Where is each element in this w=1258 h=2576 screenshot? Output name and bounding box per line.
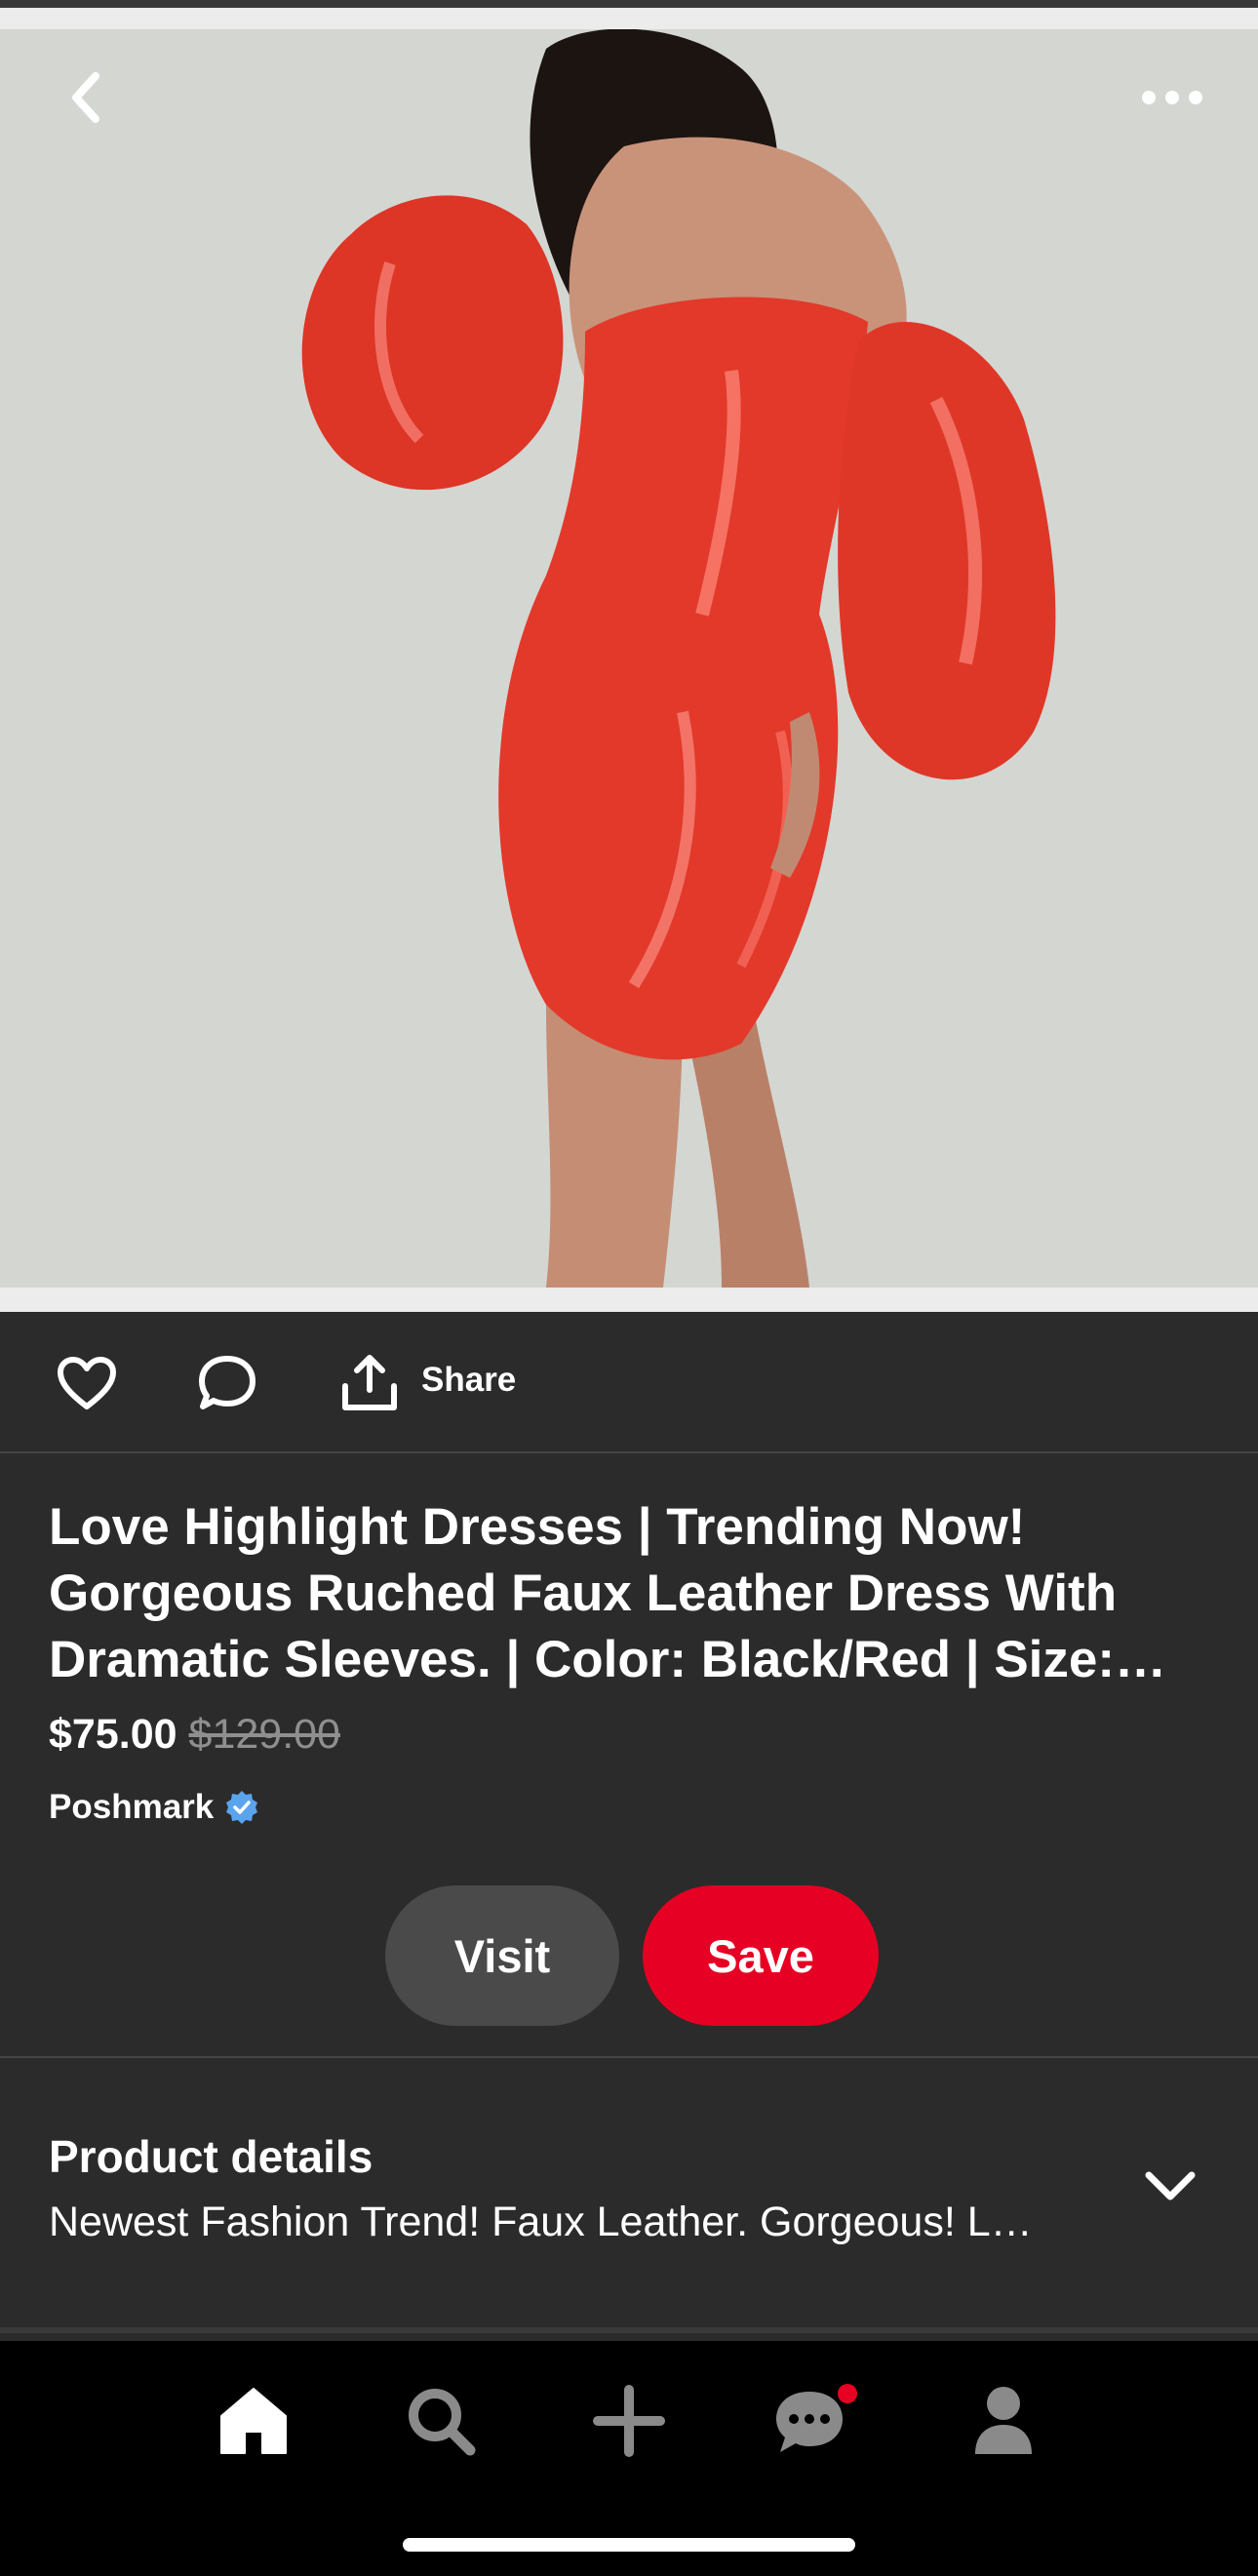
divider: [0, 2327, 1258, 2333]
share-icon: [342, 1355, 397, 1410]
notification-dot: [838, 2384, 857, 2403]
merchant-name: Poshmark: [49, 1788, 215, 1826]
search-icon: [409, 2389, 476, 2456]
sale-price: $75.00: [49, 1711, 177, 1758]
visit-button[interactable]: Visit: [385, 1885, 619, 2026]
status-bar-strip: [0, 0, 1258, 8]
product-title: Love Highlight Dresses | Trending Now! G…: [49, 1494, 1219, 1693]
nav-search[interactable]: [397, 2377, 485, 2465]
plus-icon: [593, 2385, 665, 2457]
merchant-link[interactable]: Poshmark: [49, 1788, 260, 1827]
profile-icon: [975, 2387, 1032, 2454]
home-indicator: [403, 2538, 855, 2552]
share-label[interactable]: Share: [421, 1361, 516, 1400]
more-options-button[interactable]: [1135, 60, 1209, 135]
like-button[interactable]: [53, 1349, 121, 1417]
home-icon: [220, 2388, 287, 2454]
messages-icon: [776, 2384, 857, 2452]
price-row: $75.00 $129.00: [49, 1707, 340, 1762]
nav-home[interactable]: [210, 2377, 297, 2465]
product-title-line: Dramatic Sleeves. | Color: Black/Red | S…: [49, 1631, 1167, 1688]
product-details-description: Newest Fashion Trend! Faux Leather. Gorg…: [49, 2199, 1033, 2245]
pin-image-container: [0, 0, 1258, 1312]
heart-icon: [58, 1357, 116, 1409]
bottom-navigation: [0, 2341, 1258, 2576]
pin-action-row: Share: [0, 1312, 1258, 1453]
nav-messages[interactable]: [772, 2377, 860, 2465]
chevron-left-icon: [72, 72, 99, 123]
product-title-line: Gorgeous Ruched Faux Leather Dress With: [49, 1565, 1118, 1622]
product-photo[interactable]: [0, 29, 1258, 1288]
save-button[interactable]: Save: [643, 1885, 879, 2026]
share-button[interactable]: [335, 1349, 404, 1417]
product-title-line: Love Highlight Dresses | Trending Now!: [49, 1498, 1026, 1556]
comment-button[interactable]: [193, 1349, 261, 1417]
comment-icon: [199, 1356, 256, 1409]
chevron-down-icon[interactable]: [1141, 2158, 1199, 2216]
product-details-section[interactable]: Product details Newest Fashion Trend! Fa…: [0, 2058, 1258, 2329]
product-details-title: Product details: [49, 2131, 373, 2182]
nav-profile[interactable]: [960, 2377, 1047, 2465]
nav-create[interactable]: [585, 2377, 673, 2465]
back-button[interactable]: [49, 60, 123, 135]
original-price: $129.00: [188, 1711, 340, 1758]
pin-detail-screen: Share Love Highlight Dresses | Trending …: [0, 0, 1258, 2576]
ellipsis-icon: [1142, 91, 1202, 104]
verified-badge-icon: [226, 1791, 258, 1824]
